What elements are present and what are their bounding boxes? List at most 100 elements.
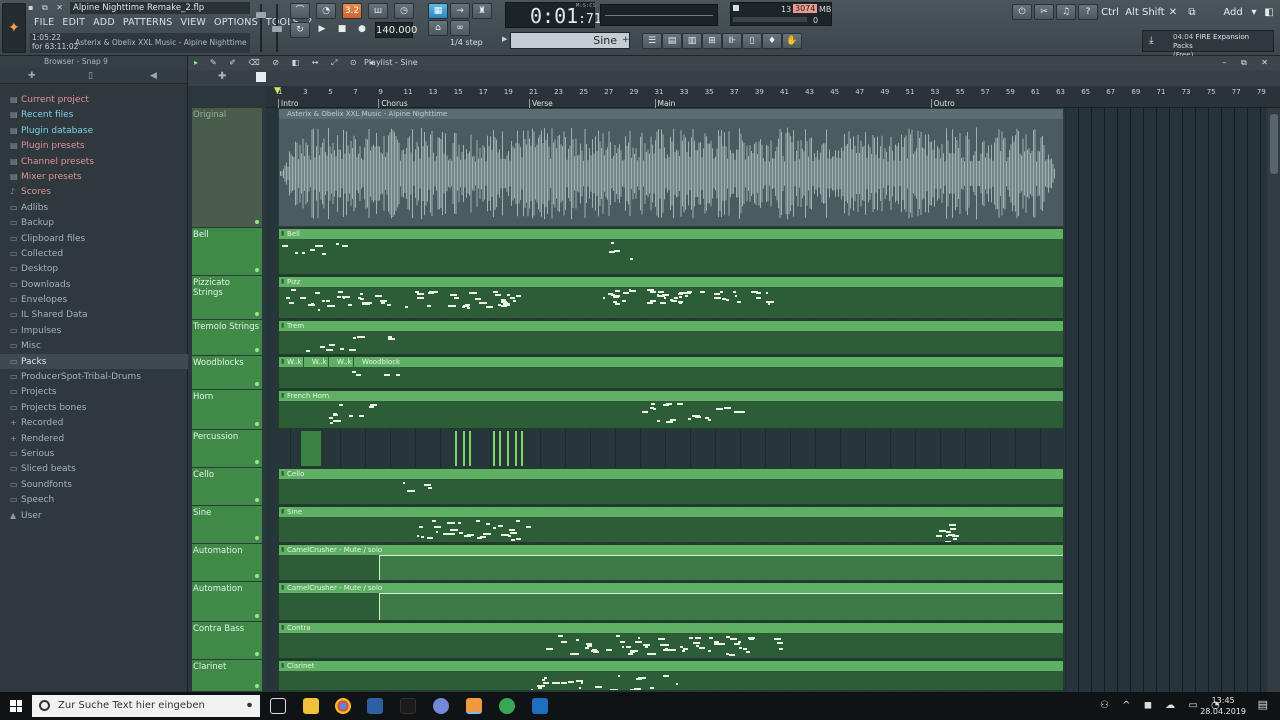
track-label[interactable]: Contra Bass [192, 622, 262, 659]
pattern-mode-icon[interactable]: ⌒ [290, 3, 310, 19]
browser-item[interactable]: ▭ Speech [0, 492, 188, 507]
browser-item[interactable]: ▤ Plugin presets [0, 138, 188, 153]
playlist-window-controls[interactable]: – ⧉ ✕ [1222, 56, 1274, 70]
browser-item[interactable]: ▭ Soundfonts [0, 477, 188, 492]
microphone-icon[interactable]: ⏺ [247, 695, 252, 717]
channel-rack-icon[interactable]: ▥ [682, 33, 702, 49]
task-view-icon[interactable] [270, 698, 286, 714]
track-label[interactable]: Tremolo Strings [192, 320, 262, 355]
percussion-hit[interactable] [514, 430, 518, 467]
menu-file[interactable]: FILE [30, 17, 58, 28]
news-panel[interactable]: ⤓ 04:04 FIRE Expansion Packs (Free) [1142, 30, 1274, 59]
percussion-hit[interactable] [468, 430, 472, 467]
time-marker[interactable]: Main [654, 99, 675, 108]
notifications-icon[interactable]: ▤ [1258, 698, 1268, 711]
time-marker[interactable]: Verse [529, 99, 553, 108]
browser-item[interactable]: ▭ Serious [0, 446, 188, 461]
track-mute-led[interactable] [255, 614, 259, 618]
percussion-hit[interactable] [454, 430, 458, 467]
track-label[interactable]: Percussion [192, 430, 262, 467]
countdown-icon[interactable]: ◷ [394, 3, 414, 19]
menu-view[interactable]: VIEW [177, 17, 211, 28]
browser-item[interactable]: ▤ Plugin database [0, 123, 188, 138]
stop-button[interactable]: ■ [332, 22, 352, 38]
track-label[interactable]: Automation [192, 582, 262, 621]
link-icon[interactable]: ∞ [450, 20, 470, 36]
clone-icon[interactable]: ⧉ [1184, 4, 1200, 22]
speaker-icon[interactable]: ◀ [150, 71, 157, 81]
master-pitch-slider[interactable] [272, 4, 282, 52]
percussion-hit[interactable] [462, 430, 466, 467]
track-mute-led[interactable] [255, 498, 259, 502]
pattern-clip[interactable]: Bell [278, 228, 1064, 275]
track-mute-led[interactable] [255, 652, 259, 656]
track-mute-led[interactable] [255, 684, 259, 688]
browser-item[interactable]: ▭ Projects [0, 384, 188, 399]
add-dropdown-icon[interactable]: ▾ [1248, 4, 1260, 22]
menu-edit[interactable]: EDIT [58, 17, 89, 28]
chrome-icon[interactable] [335, 698, 351, 714]
taskbar-clock[interactable]: 13:45 28.04.2019 [1200, 695, 1246, 717]
wait-input-icon[interactable]: ш [368, 3, 388, 19]
browser-item[interactable]: ▲ User [0, 508, 188, 523]
store-icon[interactable] [532, 698, 548, 714]
browser-item[interactable]: ▭ Packs [0, 353, 188, 370]
tempo-display[interactable]: 140.000 [375, 22, 417, 38]
playlist-icon[interactable]: ☰ [642, 33, 662, 49]
globe-app-icon[interactable] [499, 698, 515, 714]
step-edit-icon[interactable]: → [450, 3, 470, 19]
pattern-clip[interactable]: Contra [278, 622, 1064, 659]
audio-clip[interactable]: Asterix & Obelix XXL Music - Alpine Nigh… [278, 108, 1064, 227]
snap-magnet-icon[interactable]: ⌂ [428, 20, 448, 36]
touch-controller-icon[interactable]: ✋ [782, 33, 802, 49]
browser-item[interactable]: ▭ Desktop [0, 261, 188, 276]
time-marker[interactable]: Intro [278, 99, 298, 108]
collapse-icon[interactable]: ✚ [28, 71, 36, 81]
taskbar-search[interactable]: Zur Suche Text hier eingeben ⏺ [32, 695, 260, 717]
pattern-clip[interactable]: Cello [278, 468, 1064, 505]
play-button[interactable]: ▶ [312, 22, 332, 38]
pattern-prev-icon[interactable]: ▶ [502, 35, 507, 43]
percussion-clip[interactable] [300, 430, 322, 467]
browser-item[interactable]: ▭ Projects bones [0, 400, 188, 415]
browser-item[interactable]: ▭ ProducerSpot-Tribal-Drums [0, 369, 188, 384]
browser-item[interactable]: ▭ Envelopes [0, 292, 188, 307]
close-x-icon[interactable]: ✕ [1165, 4, 1181, 22]
browser-item[interactable]: ▭ IL Shared Data [0, 307, 188, 322]
fl-studio-taskbar-icon[interactable] [466, 698, 482, 714]
timeline-ruler[interactable]: ▼ 1 3 5 7 9 11 13 15 17 19 21 23 25 27 29 31 33 35 37 39 41 4… [266, 86, 1280, 108]
browser-item[interactable]: + Recorded [0, 415, 188, 430]
browser-item[interactable]: ♪ Scores [0, 184, 188, 199]
vertical-scrollbar[interactable] [1268, 108, 1280, 692]
track-label[interactable]: Original [192, 108, 262, 227]
mic-icon[interactable]: ♫ [1056, 4, 1076, 20]
undo-icon[interactable]: ⏻ [1012, 4, 1032, 20]
shift-key[interactable]: Shift [1142, 4, 1165, 22]
pattern-selector[interactable]: Sine [510, 32, 630, 49]
browser-item[interactable]: ▤ Mixer presets [0, 169, 188, 184]
track-label[interactable]: Clarinet [192, 660, 262, 691]
pat-song-toggle[interactable]: 3.2 [342, 3, 362, 19]
menu-options[interactable]: OPTIONS [210, 17, 262, 28]
pattern-add-icon[interactable]: + [622, 35, 630, 45]
pattern-clip[interactable]: French Horn [278, 390, 1064, 429]
song-time-display[interactable]: 0:01:71 M:S:CS [505, 2, 602, 28]
pattern-clip[interactable]: Trem [278, 320, 1064, 355]
browser-item[interactable]: ▭ Collected [0, 246, 188, 261]
track-mute-led[interactable] [255, 312, 259, 316]
track-tools-icon[interactable]: ✚ [218, 71, 226, 82]
track-label[interactable]: Bell [192, 228, 262, 275]
mixer-icon[interactable]: ⊞ [702, 33, 722, 49]
file-icon[interactable]: ▯ [88, 71, 93, 81]
metronome-icon[interactable]: ◔ [316, 3, 336, 19]
tools-icon[interactable]: ✂ [1034, 4, 1054, 20]
record-button[interactable]: ● [352, 22, 372, 38]
snap-select[interactable]: 1/4 step [450, 38, 490, 50]
automation-clip[interactable]: CamelCrusher - Mute / solo [278, 544, 1064, 581]
track-mute-led[interactable] [255, 460, 259, 464]
browser-item[interactable]: ▭ Clipboard files [0, 231, 188, 246]
browser-item[interactable]: ▤ Channel presets [0, 154, 188, 169]
time-marker[interactable]: Chorus [378, 99, 408, 108]
typing-keyboard-icon[interactable]: ▦ [428, 3, 448, 19]
ctrl-key[interactable]: Ctrl [1100, 4, 1120, 22]
